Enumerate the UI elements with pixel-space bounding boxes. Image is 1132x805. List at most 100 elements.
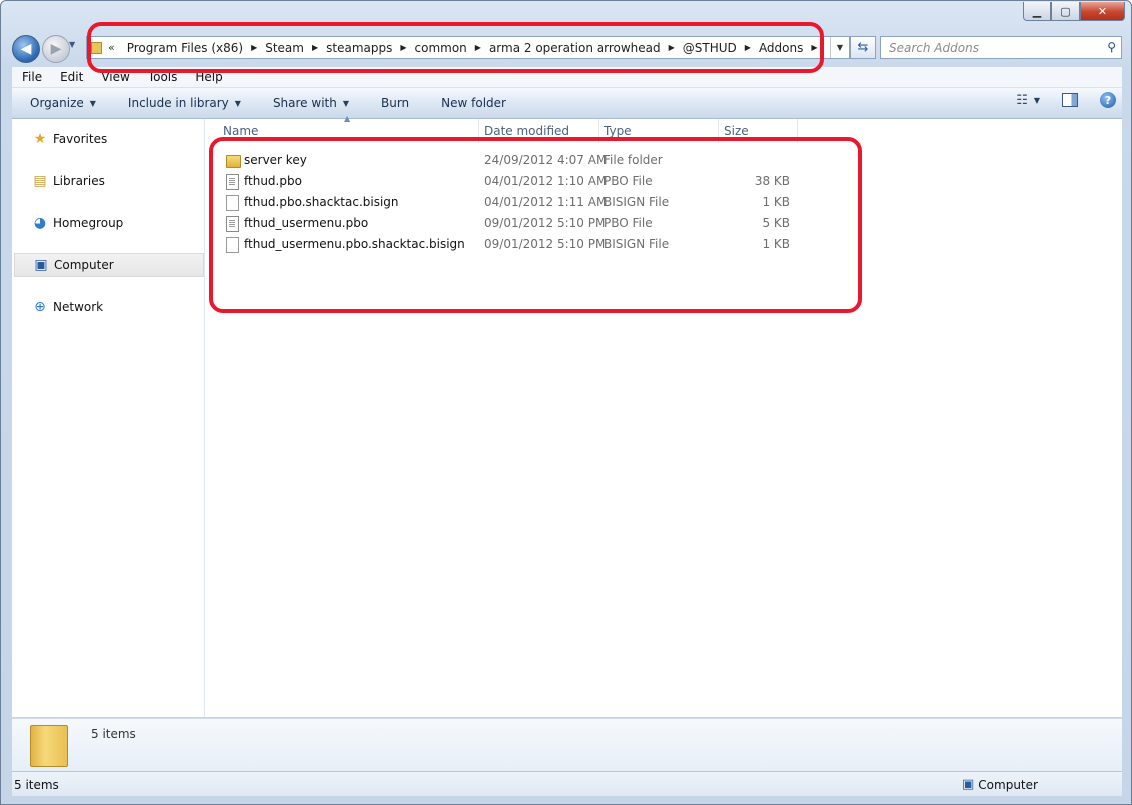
chevron-right-icon[interactable]: ▶ — [249, 43, 259, 52]
file-name: fthud.pbo.shacktac.bisign — [244, 195, 399, 209]
address-bar[interactable]: « Program Files (x86) ▶ Steam ▶ steamapp… — [86, 36, 850, 59]
organize-button[interactable]: Organize ▼ — [12, 96, 110, 110]
menu-help[interactable]: Help — [185, 70, 230, 84]
navigation-pane: ★ Favorites ▤ Libraries ◕ Homegroup ▣ Co… — [12, 119, 205, 717]
command-bar: Organize ▼ Include in library ▼ Share wi… — [12, 88, 1122, 119]
file-row[interactable]: fthud_usermenu.pbo.shacktac.bisign 09/01… — [222, 234, 822, 255]
refresh-icon: ⇆ — [857, 40, 869, 55]
nav-favorites[interactable]: ★ Favorites — [12, 128, 202, 150]
breadcrumb-arma2-oa[interactable]: arma 2 operation arrowhead — [483, 41, 667, 55]
nav-computer-label: Computer — [54, 258, 114, 272]
file-name: fthud_usermenu.pbo — [244, 216, 369, 230]
chevron-down-icon: ▼ — [234, 98, 241, 108]
share-with-label: Share with — [272, 96, 337, 110]
network-icon: ⊕ — [34, 299, 46, 315]
search-icon[interactable]: ⚲ — [1107, 40, 1116, 54]
computer-icon: ▣ — [962, 777, 975, 792]
file-type: BISIGN File — [604, 237, 670, 251]
file-type: PBO File — [604, 216, 653, 230]
folder-icon — [226, 155, 241, 168]
explorer-window: ▁ ▢ ✕ ◀ ▶ ▼ « Program Files (x86) ▶ Stea… — [0, 0, 1132, 805]
breadcrumb-sthud[interactable]: @STHUD — [677, 41, 743, 55]
menu-view[interactable]: View — [91, 70, 137, 84]
status-location: ▣ Computer — [962, 777, 1038, 792]
breadcrumb-steam[interactable]: Steam — [259, 41, 310, 55]
chevron-right-icon[interactable]: ▶ — [473, 43, 483, 52]
menu-bar: File Edit View Tools Help — [12, 67, 1122, 88]
column-date-modified[interactable]: Date modified — [478, 119, 599, 143]
refresh-button[interactable]: ⇆ — [850, 36, 876, 59]
recent-pages-dropdown[interactable]: ▼ — [69, 40, 75, 49]
column-type[interactable]: Type — [598, 119, 719, 143]
view-details-icon[interactable]: ☷ — [1016, 93, 1028, 108]
nav-libraries-label: Libraries — [53, 174, 105, 188]
menu-edit[interactable]: Edit — [50, 70, 91, 84]
file-size: 1 KB — [762, 237, 790, 251]
forward-button[interactable]: ▶ — [42, 35, 70, 63]
file-type: PBO File — [604, 174, 653, 188]
column-name[interactable]: Name — [217, 119, 479, 143]
new-folder-button[interactable]: New folder — [423, 96, 520, 110]
homegroup-icon: ◕ — [33, 215, 47, 231]
arrow-right-icon: ▶ — [50, 41, 62, 57]
file-row[interactable]: fthud_usermenu.pbo 09/01/2012 5:10 PM PB… — [222, 213, 822, 234]
file-date: 04/01/2012 1:10 AM — [484, 174, 607, 188]
nav-libraries[interactable]: ▤ Libraries — [12, 170, 202, 192]
status-location-label: Computer — [978, 777, 1038, 792]
file-type: File folder — [604, 153, 663, 167]
file-row[interactable]: fthud.pbo 04/01/2012 1:10 AM PBO File 38… — [222, 171, 822, 192]
file-name: server key — [244, 153, 307, 167]
burn-label: Burn — [381, 96, 410, 110]
chevron-down-icon: ▼ — [89, 98, 96, 108]
computer-icon: ▣ — [34, 257, 48, 273]
preview-pane-icon[interactable] — [1062, 93, 1078, 107]
file-date: 09/01/2012 5:10 PM — [484, 237, 606, 251]
file-type: BISIGN File — [604, 195, 670, 209]
chevron-right-icon[interactable]: ▶ — [743, 43, 753, 52]
close-button[interactable]: ✕ — [1080, 2, 1125, 21]
chevron-right-icon[interactable]: ▶ — [667, 43, 677, 52]
column-headers: ▲ Name Date modified Type Size — [205, 114, 805, 143]
back-button[interactable]: ◀ — [12, 35, 40, 63]
menu-tools[interactable]: Tools — [138, 70, 186, 84]
include-in-library-button[interactable]: Include in library ▼ — [110, 96, 255, 110]
address-history-dropdown[interactable]: ▼ — [830, 37, 849, 58]
column-size[interactable]: Size — [718, 119, 798, 143]
file-row[interactable]: fthud.pbo.shacktac.bisign 04/01/2012 1:1… — [222, 192, 822, 213]
status-bar: 5 items ▣ Computer — [12, 771, 1122, 796]
file-icon — [226, 195, 239, 211]
include-in-library-label: Include in library — [127, 96, 229, 110]
menu-file[interactable]: File — [12, 70, 50, 84]
breadcrumb-program-files[interactable]: Program Files (x86) — [121, 41, 249, 55]
view-options-dropdown[interactable]: ▼ — [1034, 96, 1040, 105]
burn-button[interactable]: Burn — [363, 96, 423, 110]
nav-computer[interactable]: ▣ Computer — [14, 253, 204, 277]
minimize-button[interactable]: ▁ — [1023, 2, 1051, 21]
breadcrumb-overflow[interactable]: « — [108, 41, 115, 54]
breadcrumb-common[interactable]: common — [409, 41, 473, 55]
nav-network-label: Network — [53, 300, 104, 314]
file-size: 1 KB — [762, 195, 790, 209]
file-date: 09/01/2012 5:10 PM — [484, 216, 606, 230]
maximize-button[interactable]: ▢ — [1051, 2, 1080, 21]
chevron-right-icon[interactable]: ▶ — [310, 43, 320, 52]
view-controls: ☷ ▼ ? — [1016, 92, 1116, 108]
details-pane: 5 items — [12, 718, 1122, 771]
file-icon — [226, 237, 239, 253]
details-item-count: 5 items — [91, 727, 136, 741]
help-icon[interactable]: ? — [1100, 92, 1116, 108]
nav-network[interactable]: ⊕ Network — [12, 296, 202, 318]
breadcrumb-steamapps[interactable]: steamapps — [320, 41, 398, 55]
nav-homegroup[interactable]: ◕ Homegroup — [12, 212, 202, 234]
file-row[interactable]: server key 24/09/2012 4:07 AM File folde… — [222, 150, 822, 171]
chevron-right-icon[interactable]: ▶ — [398, 43, 408, 52]
nav-favorites-label: Favorites — [53, 132, 108, 146]
file-date: 24/09/2012 4:07 AM — [484, 153, 607, 167]
arrow-left-icon: ◀ — [20, 41, 32, 57]
share-with-button[interactable]: Share with ▼ — [255, 96, 363, 110]
search-input[interactable] — [881, 39, 1101, 56]
search-box[interactable]: ⚲ — [880, 36, 1122, 59]
file-size: 38 KB — [754, 174, 790, 188]
breadcrumb-addons[interactable]: Addons — [753, 41, 809, 55]
chevron-right-icon[interactable]: ▶ — [809, 43, 819, 52]
